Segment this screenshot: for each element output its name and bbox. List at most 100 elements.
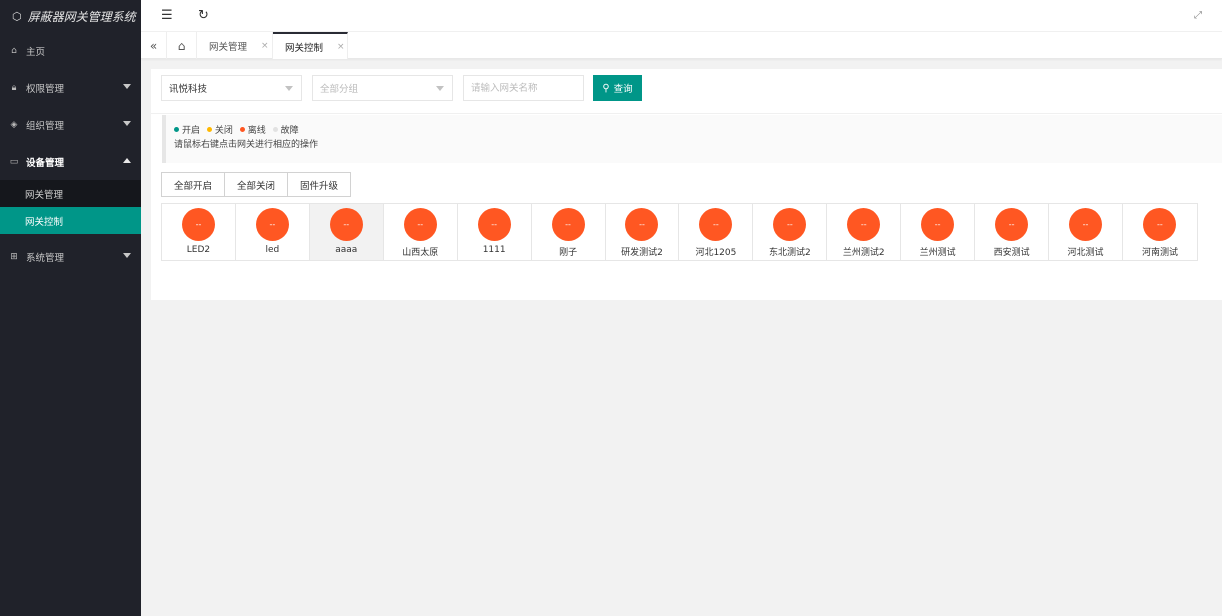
group-select-placeholder: 全部分组: [320, 84, 359, 95]
gateway-status-circle: --: [921, 208, 955, 241]
gateway-status-circle: --: [773, 208, 807, 241]
sidebar-item-organization[interactable]: ◈ 组织管理: [0, 106, 141, 143]
home-tab-icon[interactable]: ⌂: [167, 32, 197, 59]
gateway-name: aaaa: [335, 245, 358, 255]
sidebar-item-devices[interactable]: ▭ 设备管理: [0, 143, 141, 180]
sidebar-submenu: 网关管理 网关控制: [0, 180, 141, 234]
sidebar-item-label: 系统管理: [26, 252, 65, 264]
gateway-status-circle: --: [1143, 208, 1177, 241]
tab-gateway-management[interactable]: 网关管理 ×: [197, 32, 273, 59]
chevron-down-icon: [285, 86, 293, 91]
firmware-upgrade-button[interactable]: 固件升级: [287, 172, 352, 197]
chevron-down-icon: [436, 86, 444, 91]
gateway-name: 山西太原: [402, 248, 439, 258]
sidebar-item-label: 权限管理: [26, 83, 65, 95]
gateway-status-circle: --: [181, 208, 215, 241]
sidebar-subitem-gateway-control[interactable]: 网关控制: [0, 207, 141, 234]
open-all-button[interactable]: 全部开启: [161, 172, 226, 197]
gateway-card[interactable]: -- 兰州测试: [901, 204, 976, 260]
chevron-up-icon: [123, 158, 131, 163]
search-icon: ⚲: [602, 82, 610, 94]
sidebar-item-label: 组织管理: [26, 120, 65, 132]
refresh-icon[interactable]: ↻: [198, 8, 209, 24]
gateway-card[interactable]: -- 河北测试: [1049, 204, 1123, 260]
gateway-status-circle: --: [477, 208, 511, 241]
gateway-card[interactable]: -- LED2: [162, 204, 236, 260]
action-button-group: 全部开启 全部关闭 固件升级: [161, 172, 352, 197]
gateway-name: 西安测试: [993, 248, 1030, 258]
chevron-down-icon: [123, 121, 131, 126]
gateway-name-input[interactable]: [463, 75, 584, 101]
collapse-menu-icon[interactable]: ☰: [161, 8, 173, 24]
search-button[interactable]: ⚲ 查询: [593, 75, 642, 101]
sidebar-item-system[interactable]: ⊞ 系统管理: [0, 238, 141, 275]
gateway-status-circle: --: [699, 208, 733, 241]
gateway-card[interactable]: -- 山西太原: [384, 204, 458, 260]
notice-hint: 请鼠标右键点击网关进行相应的操作: [174, 140, 319, 150]
sidebar-item-permissions[interactable]: 🔒︎ 权限管理: [0, 69, 141, 106]
tab-label: 网关管理: [209, 41, 248, 53]
gateway-name: 河北1205: [695, 248, 737, 258]
top-header: ☰ ↻ ⤢: [141, 0, 1222, 32]
chevron-down-icon: [123, 84, 131, 89]
gateway-name: 河北测试: [1067, 248, 1104, 258]
gateway-card[interactable]: -- 研发测试2: [606, 204, 680, 260]
tab-scroll-left-icon[interactable]: «: [141, 32, 167, 59]
home-icon: ⌂: [11, 45, 17, 56]
lock-icon: 🔒︎: [11, 82, 17, 93]
gateway-card[interactable]: -- aaaa: [309, 204, 384, 260]
notice-box: 开启 关闭 离线 故障 请鼠标右键点击网关进行相应的操作: [162, 115, 1222, 163]
app-title: 屏蔽器网关管理系统: [27, 9, 136, 24]
gateway-card[interactable]: -- 河南测试: [1123, 204, 1197, 260]
gateway-card[interactable]: -- 兰州测试2: [827, 204, 902, 260]
sidebar: ⬡ 屏蔽器网关管理系统 ⌂ 主页 🔒︎ 权限管理 ◈ 组织管理 ▭ 设备管理 网…: [0, 0, 141, 616]
gateway-status-circle: --: [403, 208, 437, 241]
sidebar-subitem-gateway-management[interactable]: 网关管理: [0, 180, 141, 207]
close-icon[interactable]: ×: [261, 41, 269, 51]
gateway-status-circle: --: [847, 208, 881, 241]
close-icon[interactable]: ×: [337, 42, 345, 52]
legend-open: 开启: [174, 126, 200, 136]
grid-icon: ⊞: [10, 251, 18, 262]
gateway-status-circle: --: [995, 208, 1029, 241]
sidebar-item-label: 主页: [26, 46, 46, 58]
gateway-card[interactable]: -- 1111: [458, 204, 532, 260]
gateway-status-circle: --: [329, 208, 363, 241]
company-select[interactable]: 讯悦科技: [161, 75, 302, 101]
legend-closed: 关闭: [206, 126, 233, 136]
gateway-name: 1111: [482, 245, 506, 255]
search-button-label: 查询: [613, 84, 633, 95]
legend-offline: 离线: [239, 126, 266, 136]
gateway-card[interactable]: -- 东北测试2: [753, 204, 828, 260]
fullscreen-icon[interactable]: ⤢: [1194, 8, 1202, 24]
divider: [151, 113, 1222, 114]
gateway-name: 兰州测试2: [842, 248, 885, 258]
group-select[interactable]: 全部分组: [312, 75, 453, 101]
gateway-card[interactable]: -- 刚子: [532, 204, 606, 260]
chevron-down-icon: [123, 253, 131, 258]
status-legend: 开启 关闭 离线 故障: [174, 124, 1222, 138]
gateway-name: 刚子: [559, 248, 578, 258]
gateway-grid: -- LED2 -- led -- aaaa -- 山西太原 -- 1111 -- 刚子 -…: [161, 203, 1198, 261]
close-all-button[interactable]: 全部关闭: [224, 172, 289, 197]
gateway-name: 研发测试2: [621, 248, 663, 258]
gateway-card[interactable]: -- 河北1205: [679, 204, 754, 260]
cube-icon: ⬡: [12, 9, 22, 23]
main-card: 讯悦科技 全部分组 ⚲ 查询 开启 关闭 离线 故障 请鼠标右键点击网关进行相应…: [151, 69, 1222, 300]
gateway-status-circle: --: [255, 208, 289, 241]
gateway-name: 河南测试: [1141, 248, 1178, 258]
sidebar-item-label: 设备管理: [26, 157, 65, 169]
gateway-name: 东北测试2: [768, 248, 811, 258]
gateway-status-circle: --: [551, 208, 585, 241]
tab-bar: « ⌂ 网关管理 × 网关控制 ×: [141, 32, 1222, 59]
gateway-name: LED2: [186, 245, 211, 255]
sidebar-item-home[interactable]: ⌂ 主页: [0, 32, 141, 69]
layers-icon: ◈: [10, 119, 18, 130]
gateway-card[interactable]: -- led: [236, 204, 310, 260]
app-logo[interactable]: ⬡ 屏蔽器网关管理系统: [0, 0, 141, 32]
gateway-card[interactable]: -- 西安测试: [975, 204, 1050, 260]
device-icon: ▭: [9, 156, 19, 167]
gateway-name: 兰州测试: [919, 248, 956, 258]
gateway-status-circle: --: [625, 208, 659, 241]
tab-gateway-control[interactable]: 网关控制 ×: [273, 32, 348, 59]
